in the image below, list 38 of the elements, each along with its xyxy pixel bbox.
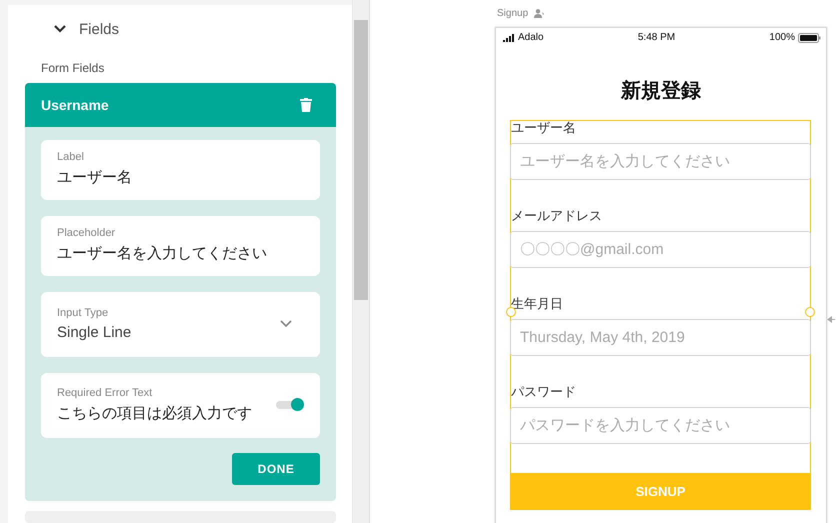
setting-label: Required Error Text (57, 386, 154, 398)
setting-value: こちらの項目は必須入力です (57, 404, 252, 422)
resize-handle[interactable] (506, 307, 516, 317)
field-label: 生年月日 (511, 297, 564, 313)
input-field[interactable]: Thursday, May 4th, 2019 (510, 319, 811, 356)
battery-percent: 100% (769, 32, 795, 43)
signal-icon (503, 34, 515, 42)
scrollbar[interactable] (352, 0, 370, 523)
setting-field[interactable]: Required Error Text こちらの項目は必須入力です (41, 373, 320, 438)
screen-name[interactable]: Signup (497, 8, 528, 19)
field-title: Username (41, 97, 109, 113)
setting-label: Label (57, 151, 85, 163)
setting-label: Input Type (57, 306, 110, 318)
field-label: パスワード (511, 385, 577, 401)
setting-value: ユーザー名を入力してください (57, 244, 267, 263)
resize-handle[interactable] (805, 307, 815, 317)
field-label: ユーザー名 (511, 121, 577, 137)
toggle-switch[interactable] (276, 398, 304, 412)
setting-field[interactable]: Placeholder ユーザー名を入力してください (41, 216, 320, 276)
setting-label: Placeholder (57, 227, 116, 239)
chevron-down-icon (280, 320, 292, 328)
input-field[interactable]: 〇〇〇〇@gmail.com (510, 231, 811, 268)
carrier-name: Adalo (518, 32, 544, 43)
section-subtitle: Form Fields (41, 61, 104, 75)
setting-value: Single Line (57, 324, 132, 340)
screen-title: 新規登録 (620, 78, 702, 104)
input-field[interactable]: パスワードを入力してください (510, 407, 811, 444)
person-icon (534, 9, 546, 18)
battery-icon (798, 32, 821, 42)
arrow-icon (827, 316, 835, 323)
input-field[interactable]: ユーザー名を入力してください (510, 143, 811, 180)
section-title[interactable]: Fields (79, 20, 120, 38)
input-type-dropdown[interactable]: Input Type Single Line (41, 292, 320, 357)
setting-value: ユーザー名 (57, 168, 132, 187)
field-label: メールアドレス (511, 209, 603, 225)
status-time: 5:48 PM (638, 32, 676, 43)
trash-icon[interactable] (300, 98, 312, 112)
setting-field[interactable]: Label ユーザー名 (41, 140, 320, 200)
